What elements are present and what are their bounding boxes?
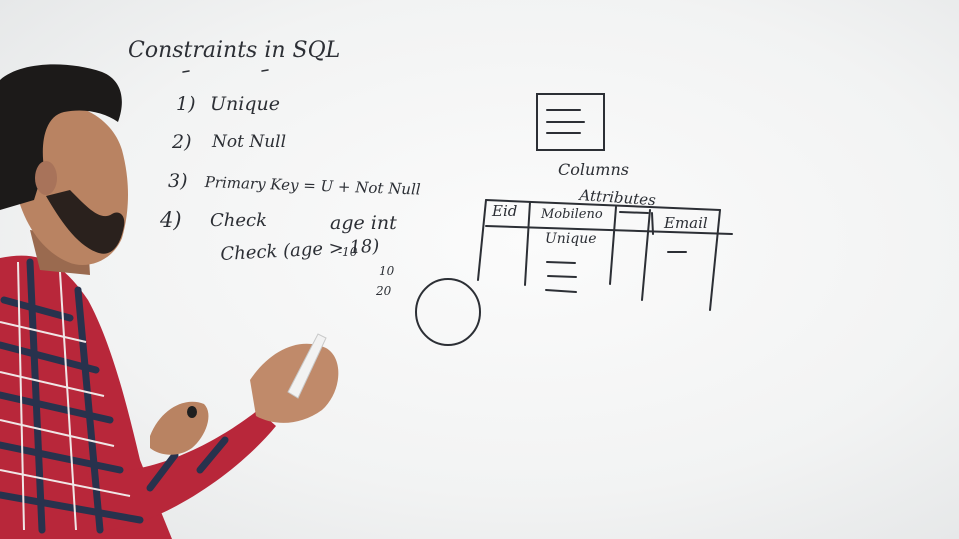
columns-table-grid	[477, 199, 733, 311]
circle-drawing	[415, 278, 481, 346]
whiteboard: Constraints in SQL 1) Unique 2) Not Null…	[0, 0, 959, 539]
presenter-second-hand	[150, 401, 209, 455]
presenter	[0, 64, 339, 539]
document-icon	[536, 93, 605, 151]
title-underline-marks	[182, 69, 269, 73]
whiteboard-drawing	[0, 64, 733, 539]
